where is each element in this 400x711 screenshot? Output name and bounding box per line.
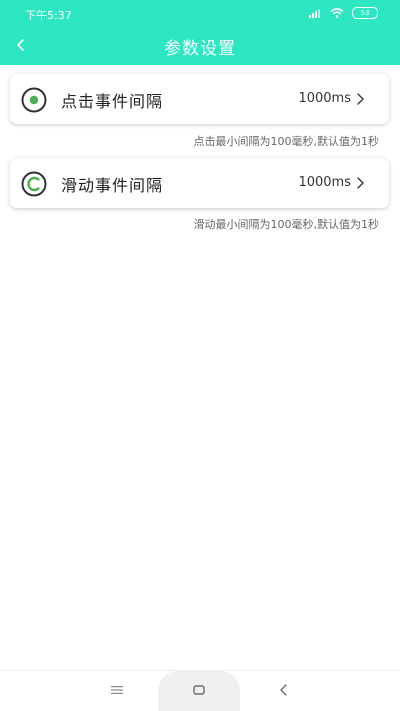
home-square-icon	[193, 685, 205, 695]
swipe-icon	[21, 171, 47, 197]
home-button[interactable]	[158, 671, 240, 711]
status-bar: 下午5:37 53	[0, 0, 400, 26]
setting-label: 滑动事件间隔	[61, 176, 164, 195]
swipe-interval-setting[interactable]: 滑动事件间隔 1000ms	[10, 158, 389, 208]
system-nav-bar	[0, 670, 400, 711]
page-title: 参数设置	[164, 39, 236, 59]
setting-value: 1000ms	[298, 91, 351, 106]
header: 参数设置	[0, 26, 400, 65]
setting-label: 点击事件间隔	[61, 92, 164, 111]
setting-hint: 滑动最小间隔为100毫秒,默认值为1秒	[193, 218, 380, 231]
chevron-right-icon	[357, 93, 364, 105]
setting-value: 1000ms	[298, 175, 351, 190]
chevron-right-icon	[357, 177, 364, 189]
wifi-icon	[330, 8, 344, 18]
screen: 下午5:37 53 参数设置 点击事件间隔 1000ms 点击最小间隔为100毫…	[0, 0, 400, 711]
status-time: 下午5:37	[25, 9, 72, 22]
setting-hint: 点击最小间隔为100毫秒,默认值为1秒	[193, 135, 380, 148]
app-header-background: 下午5:37 53 参数设置	[0, 0, 400, 65]
menu-icon[interactable]	[110, 684, 124, 696]
click-interval-setting[interactable]: 点击事件间隔 1000ms	[10, 74, 389, 124]
signal-icon	[309, 8, 320, 18]
status-icons: 53	[309, 7, 378, 19]
nav-back-icon[interactable]	[278, 683, 290, 697]
click-icon	[21, 87, 47, 113]
battery-icon: 53	[352, 7, 378, 19]
